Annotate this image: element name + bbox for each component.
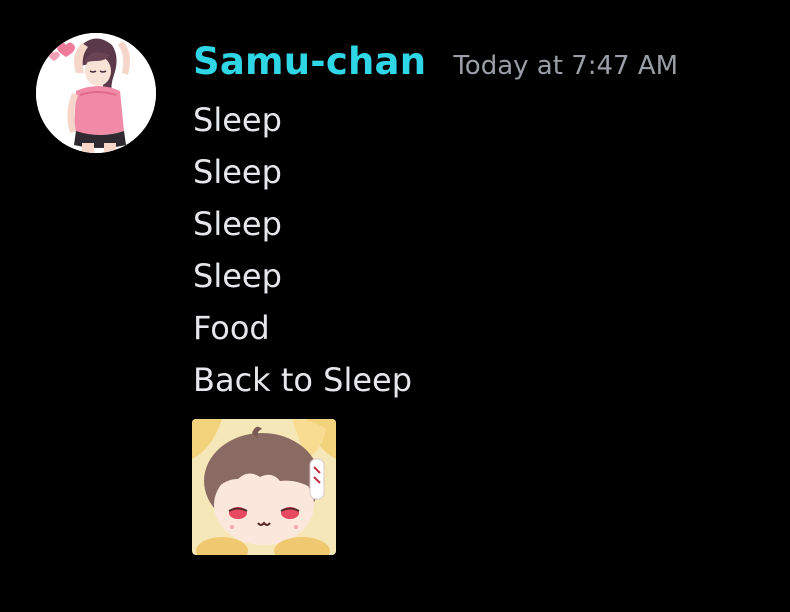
- message-header: Samu-chan Today at 7:47 AM: [193, 40, 678, 88]
- author-username[interactable]: Samu-chan: [193, 40, 426, 83]
- message-line: Sleep: [193, 153, 282, 191]
- message-line: Back to Sleep: [193, 361, 413, 399]
- chat-message: Samu-chan Today at 7:47 AM Sleep Sleep S…: [0, 0, 790, 612]
- user-avatar[interactable]: [36, 33, 156, 153]
- message-content: Sleep Sleep Sleep Sleep Food Back to Sle…: [193, 94, 412, 406]
- sticker-image[interactable]: [192, 419, 336, 555]
- message-line: Sleep: [193, 257, 282, 295]
- message-line: Sleep: [193, 101, 282, 139]
- message-timestamp[interactable]: Today at 7:47 AM: [453, 51, 678, 81]
- message-line: Sleep: [193, 205, 282, 243]
- sleepy-anime-girl-sticker-icon: [192, 419, 336, 555]
- anime-girl-avatar-icon: [36, 33, 156, 153]
- message-line: Food: [193, 309, 270, 347]
